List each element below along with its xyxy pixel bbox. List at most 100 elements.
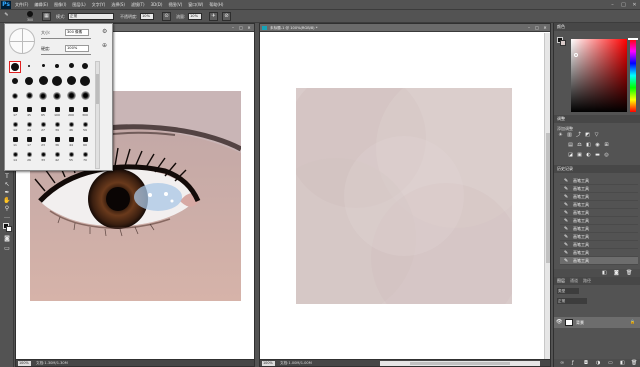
brush-tip-cell[interactable]: 60 <box>79 136 91 148</box>
history-item[interactable]: ✎ 画笔工具 <box>560 193 638 201</box>
brush-tip-cell[interactable]: 100 <box>51 106 63 118</box>
fx-icon[interactable]: ƒ <box>572 360 574 366</box>
threshold-icon[interactable]: ◐ <box>585 152 592 158</box>
pressure-size-icon[interactable]: ⊘ <box>222 12 231 21</box>
brush-tip-cell[interactable] <box>79 61 91 73</box>
brush-tip-cell[interactable] <box>51 75 63 88</box>
brush-tip-cell[interactable]: 23 <box>37 136 49 148</box>
layer-row-background[interactable]: 👁 背景 🔒 <box>554 317 640 328</box>
brush-tip-cell[interactable]: 33 <box>37 151 49 163</box>
selective-color-icon[interactable]: ◎ <box>603 152 610 158</box>
menu-type[interactable]: 文字(Y) <box>92 2 106 8</box>
posterize-icon[interactable]: ▣ <box>576 152 583 158</box>
hardness-slider[interactable] <box>41 54 91 55</box>
hand-tool-icon[interactable]: ✋ <box>2 197 12 205</box>
brush-tip-cell[interactable] <box>9 61 21 73</box>
hue-slider[interactable] <box>628 38 638 112</box>
menu-view[interactable]: 视图(V) <box>168 2 182 8</box>
curves-icon[interactable]: ⤴ <box>575 132 582 138</box>
brush-tip-cell[interactable]: 42 <box>51 151 63 163</box>
adjustment-layer-icon[interactable]: ◑ <box>596 360 600 366</box>
link-layers-icon[interactable]: ∞ <box>560 360 564 366</box>
brush-tip-cell[interactable] <box>23 91 35 103</box>
brush-tip-cell[interactable]: 59 <box>79 121 91 133</box>
hue-saturation-icon[interactable]: ▤ <box>567 142 574 148</box>
brush-panel-toggle-icon[interactable]: ▦ <box>42 12 51 21</box>
brush-tip-cell[interactable]: 55 <box>65 151 77 163</box>
zoom-tool-icon[interactable]: ⚲ <box>2 205 12 213</box>
delete-layer-icon[interactable]: 🗑 <box>631 360 637 366</box>
photo-filter-icon[interactable]: ◉ <box>594 142 601 148</box>
exposure-icon[interactable]: ◩ <box>584 132 591 138</box>
brush-tip-cell[interactable] <box>23 61 35 73</box>
brightness-contrast-icon[interactable]: ☀ <box>557 132 564 138</box>
adjustments-tab[interactable]: 调整 <box>557 116 565 122</box>
menu-edit[interactable]: 编辑(E) <box>34 2 48 8</box>
size-slider[interactable] <box>41 38 91 39</box>
doc2-maximize-icon[interactable]: □ <box>534 25 540 31</box>
opacity-input[interactable]: 10% <box>140 13 154 20</box>
history-item[interactable]: ✎ 画笔工具 <box>560 257 638 265</box>
brush-tip-cell[interactable]: 45 <box>23 106 35 118</box>
screen-mode-icon[interactable]: ▭ <box>2 245 12 253</box>
menu-layer[interactable]: 图层(L) <box>72 2 85 8</box>
doc2-close-icon[interactable]: ✕ <box>542 25 548 31</box>
history-item[interactable]: ✎ 画笔工具 <box>560 217 638 225</box>
mode-select[interactable]: 正常 <box>68 13 114 20</box>
levels-icon[interactable]: ▥ <box>566 132 573 138</box>
history-item[interactable]: ✎ 画笔工具 <box>560 233 638 241</box>
color-tab[interactable]: 颜色 <box>557 24 565 30</box>
brush-tip-cell[interactable] <box>65 91 77 103</box>
brush-tip-cell[interactable] <box>23 76 35 88</box>
color-swatches[interactable] <box>2 222 12 232</box>
brush-tip-cell[interactable]: 200 <box>65 106 77 118</box>
brush-tip-cell[interactable] <box>37 61 49 73</box>
color-field[interactable] <box>571 39 627 112</box>
brush-tip-cell[interactable]: 65 <box>37 106 49 118</box>
trash-icon[interactable]: 🗑 <box>626 270 632 276</box>
brush-tip-cell[interactable]: 24 <box>23 121 35 133</box>
menu-file[interactable]: 文件(F) <box>15 2 28 8</box>
brush-tip-cell[interactable] <box>9 76 21 88</box>
brush-angle-preview[interactable] <box>9 28 35 54</box>
brush-tip-cell[interactable] <box>65 61 77 73</box>
brush-tip-cell[interactable]: 26 <box>23 151 35 163</box>
fg-bg-swatches[interactable] <box>557 37 567 47</box>
brush-tip-cell[interactable] <box>79 75 91 88</box>
new-layer-icon[interactable]: ◧ <box>620 360 625 366</box>
brush-tip-cell[interactable]: 11 <box>9 136 21 148</box>
type-tool-icon[interactable]: T <box>2 173 12 181</box>
doc2-vertical-scrollbar[interactable] <box>544 33 550 361</box>
size-input[interactable]: 300 像素 <box>65 29 89 36</box>
hardness-input[interactable]: 100% <box>65 45 89 52</box>
path-select-tool-icon[interactable]: ↖ <box>2 181 12 189</box>
visibility-eye-icon[interactable]: 👁 <box>556 319 562 325</box>
black-white-icon[interactable]: ◧ <box>585 142 592 148</box>
menu-3d[interactable]: 3D(D) <box>151 2 163 7</box>
document-tab-2[interactable]: 未标题-1 @ 100%(RGB/8) * – □ ✕ <box>260 24 550 32</box>
folder-icon[interactable]: ▭ <box>608 360 613 366</box>
doc1-close-icon[interactable]: ✕ <box>246 25 252 31</box>
brush-tip-cell[interactable]: 27 <box>37 121 49 133</box>
snapshot-icon[interactable]: ◧ <box>602 270 607 276</box>
maximize-icon[interactable]: □ <box>618 1 629 9</box>
brush-tip-cell[interactable]: 14 <box>9 121 21 133</box>
more-tools-icon[interactable]: … <box>2 213 12 221</box>
brush-tip-cell[interactable] <box>79 91 91 103</box>
history-item[interactable]: ✎ 画笔工具 <box>560 177 638 185</box>
doc2-minimize-icon[interactable]: – <box>526 25 532 31</box>
menu-image[interactable]: 图像(I) <box>54 2 66 8</box>
doc1-minimize-icon[interactable]: – <box>230 25 236 31</box>
doc2-horizontal-scrollbar[interactable] <box>380 361 540 366</box>
brush-tip-cell[interactable]: 36 <box>51 136 63 148</box>
brush-tip-cell[interactable]: 17 <box>9 106 21 118</box>
picker-settings-gear-icon[interactable]: ⚙ <box>102 28 107 35</box>
invert-icon[interactable]: ◪ <box>567 152 574 158</box>
airbrush-icon[interactable]: ✈ <box>209 12 218 21</box>
channel-mixer-icon[interactable]: ⊞ <box>603 142 610 148</box>
brush-tip-cell[interactable]: 17 <box>23 136 35 148</box>
history-item[interactable]: ✎ 画笔工具 <box>560 201 638 209</box>
brush-tip-cell[interactable]: 44 <box>65 136 77 148</box>
layer-filter-select[interactable]: 类型 <box>557 288 579 294</box>
close-icon[interactable]: ✕ <box>629 1 640 9</box>
